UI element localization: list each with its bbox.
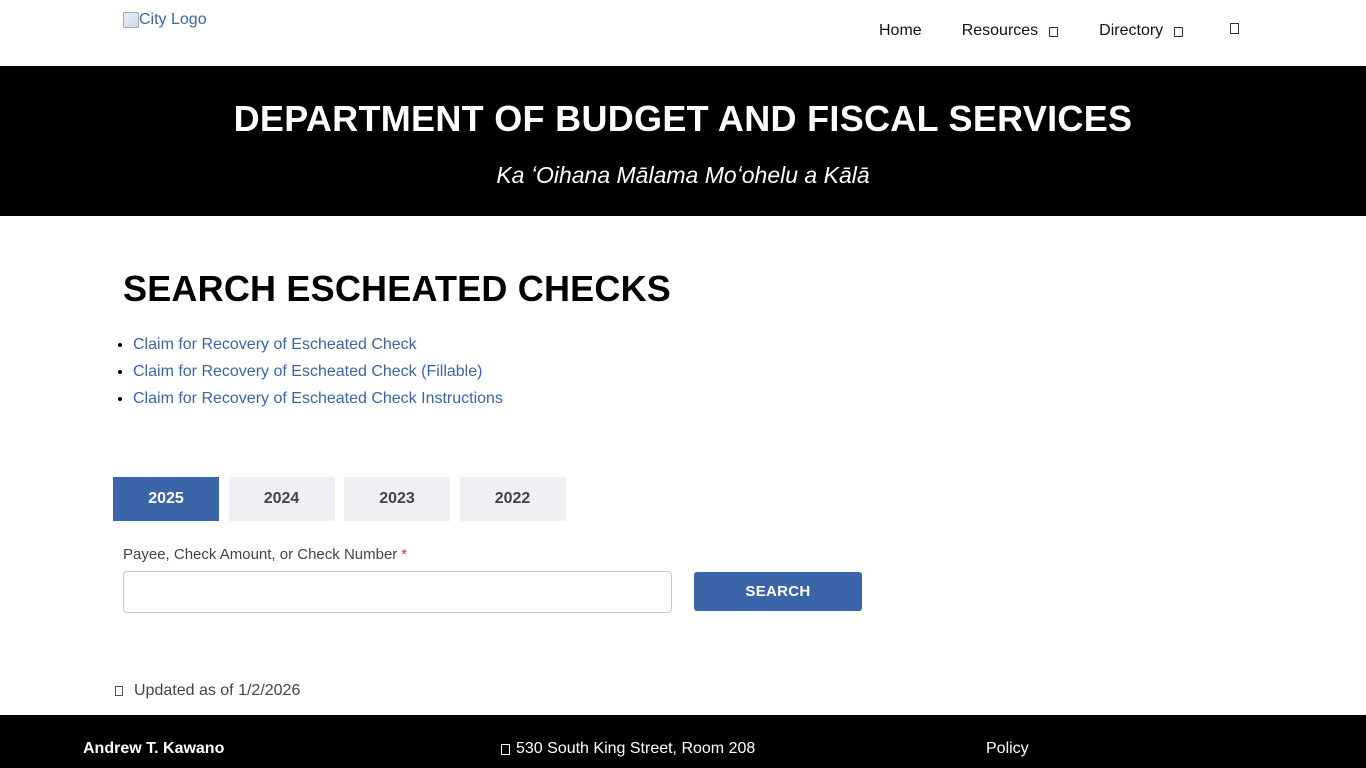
tab-2025[interactable]: 2025 (113, 477, 219, 521)
list-item: Claim for Recovery of Escheated Check (133, 331, 503, 358)
claim-instructions-link[interactable]: Claim for Recovery of Escheated Check In… (133, 390, 503, 407)
search-field-label: Payee, Check Amount, or Check Number * (123, 546, 407, 563)
claim-links-list: Claim for Recovery of Escheated Check Cl… (115, 331, 503, 412)
footer-address: 530 South King Street, Room 208 (501, 740, 755, 758)
top-navbar: City Logo Home Resources Directory (0, 0, 1366, 66)
footer-address-text: 530 South King Street, Room 208 (516, 740, 756, 757)
updated-text: Updated as of 1/2/2026 (134, 682, 301, 699)
department-subtitle: Ka ʻOihana Mālama Moʻohelu a Kālā (496, 162, 870, 188)
year-tabs: 2025 2024 2023 2022 (113, 477, 575, 521)
city-logo-link[interactable]: City Logo (123, 11, 207, 29)
nav-home-label: Home (879, 22, 922, 39)
claim-form-link[interactable]: Claim for Recovery of Escheated Check (133, 336, 417, 353)
hero-banner: DEPARTMENT OF BUDGET AND FISCAL SERVICES… (0, 66, 1366, 216)
nav-directory[interactable]: Directory (1099, 22, 1184, 40)
broken-image-icon (123, 12, 139, 28)
footer: Andrew T. Kawano 530 South King Street, … (0, 715, 1366, 768)
city-logo-alt-text: City Logo (139, 11, 207, 28)
nav-resources-label: Resources (961, 22, 1039, 39)
updated-note: Updated as of 1/2/2026 (115, 682, 300, 700)
nav-resources[interactable]: Resources (961, 22, 1059, 40)
search-field-label-text: Payee, Check Amount, or Check Number (123, 546, 398, 563)
page-title: SEARCH ESCHEATED CHECKS (123, 268, 671, 309)
tab-2022[interactable]: 2022 (459, 477, 566, 521)
map-marker-icon (501, 743, 510, 755)
footer-director-name: Andrew T. Kawano (83, 740, 225, 757)
claim-form-fillable-link[interactable]: Claim for Recovery of Escheated Check (F… (133, 363, 482, 380)
info-icon (115, 686, 123, 696)
list-item: Claim for Recovery of Escheated Check (F… (133, 358, 503, 385)
search-input[interactable] (123, 571, 672, 613)
list-item: Claim for Recovery of Escheated Check In… (133, 385, 503, 412)
tab-2024[interactable]: 2024 (228, 477, 335, 521)
main-nav: Home Resources Directory (879, 22, 1184, 40)
nav-directory-label: Directory (1099, 22, 1164, 39)
search-icon[interactable] (1230, 23, 1239, 34)
search-button[interactable]: SEARCH (694, 572, 862, 611)
chevron-down-icon (1174, 27, 1184, 37)
chevron-down-icon (1049, 27, 1059, 37)
required-marker: * (401, 546, 408, 563)
footer-policy-link[interactable]: Policy (986, 740, 1029, 758)
tab-2023[interactable]: 2023 (344, 477, 450, 521)
nav-home[interactable]: Home (879, 22, 922, 40)
department-title: DEPARTMENT OF BUDGET AND FISCAL SERVICES (233, 98, 1133, 139)
